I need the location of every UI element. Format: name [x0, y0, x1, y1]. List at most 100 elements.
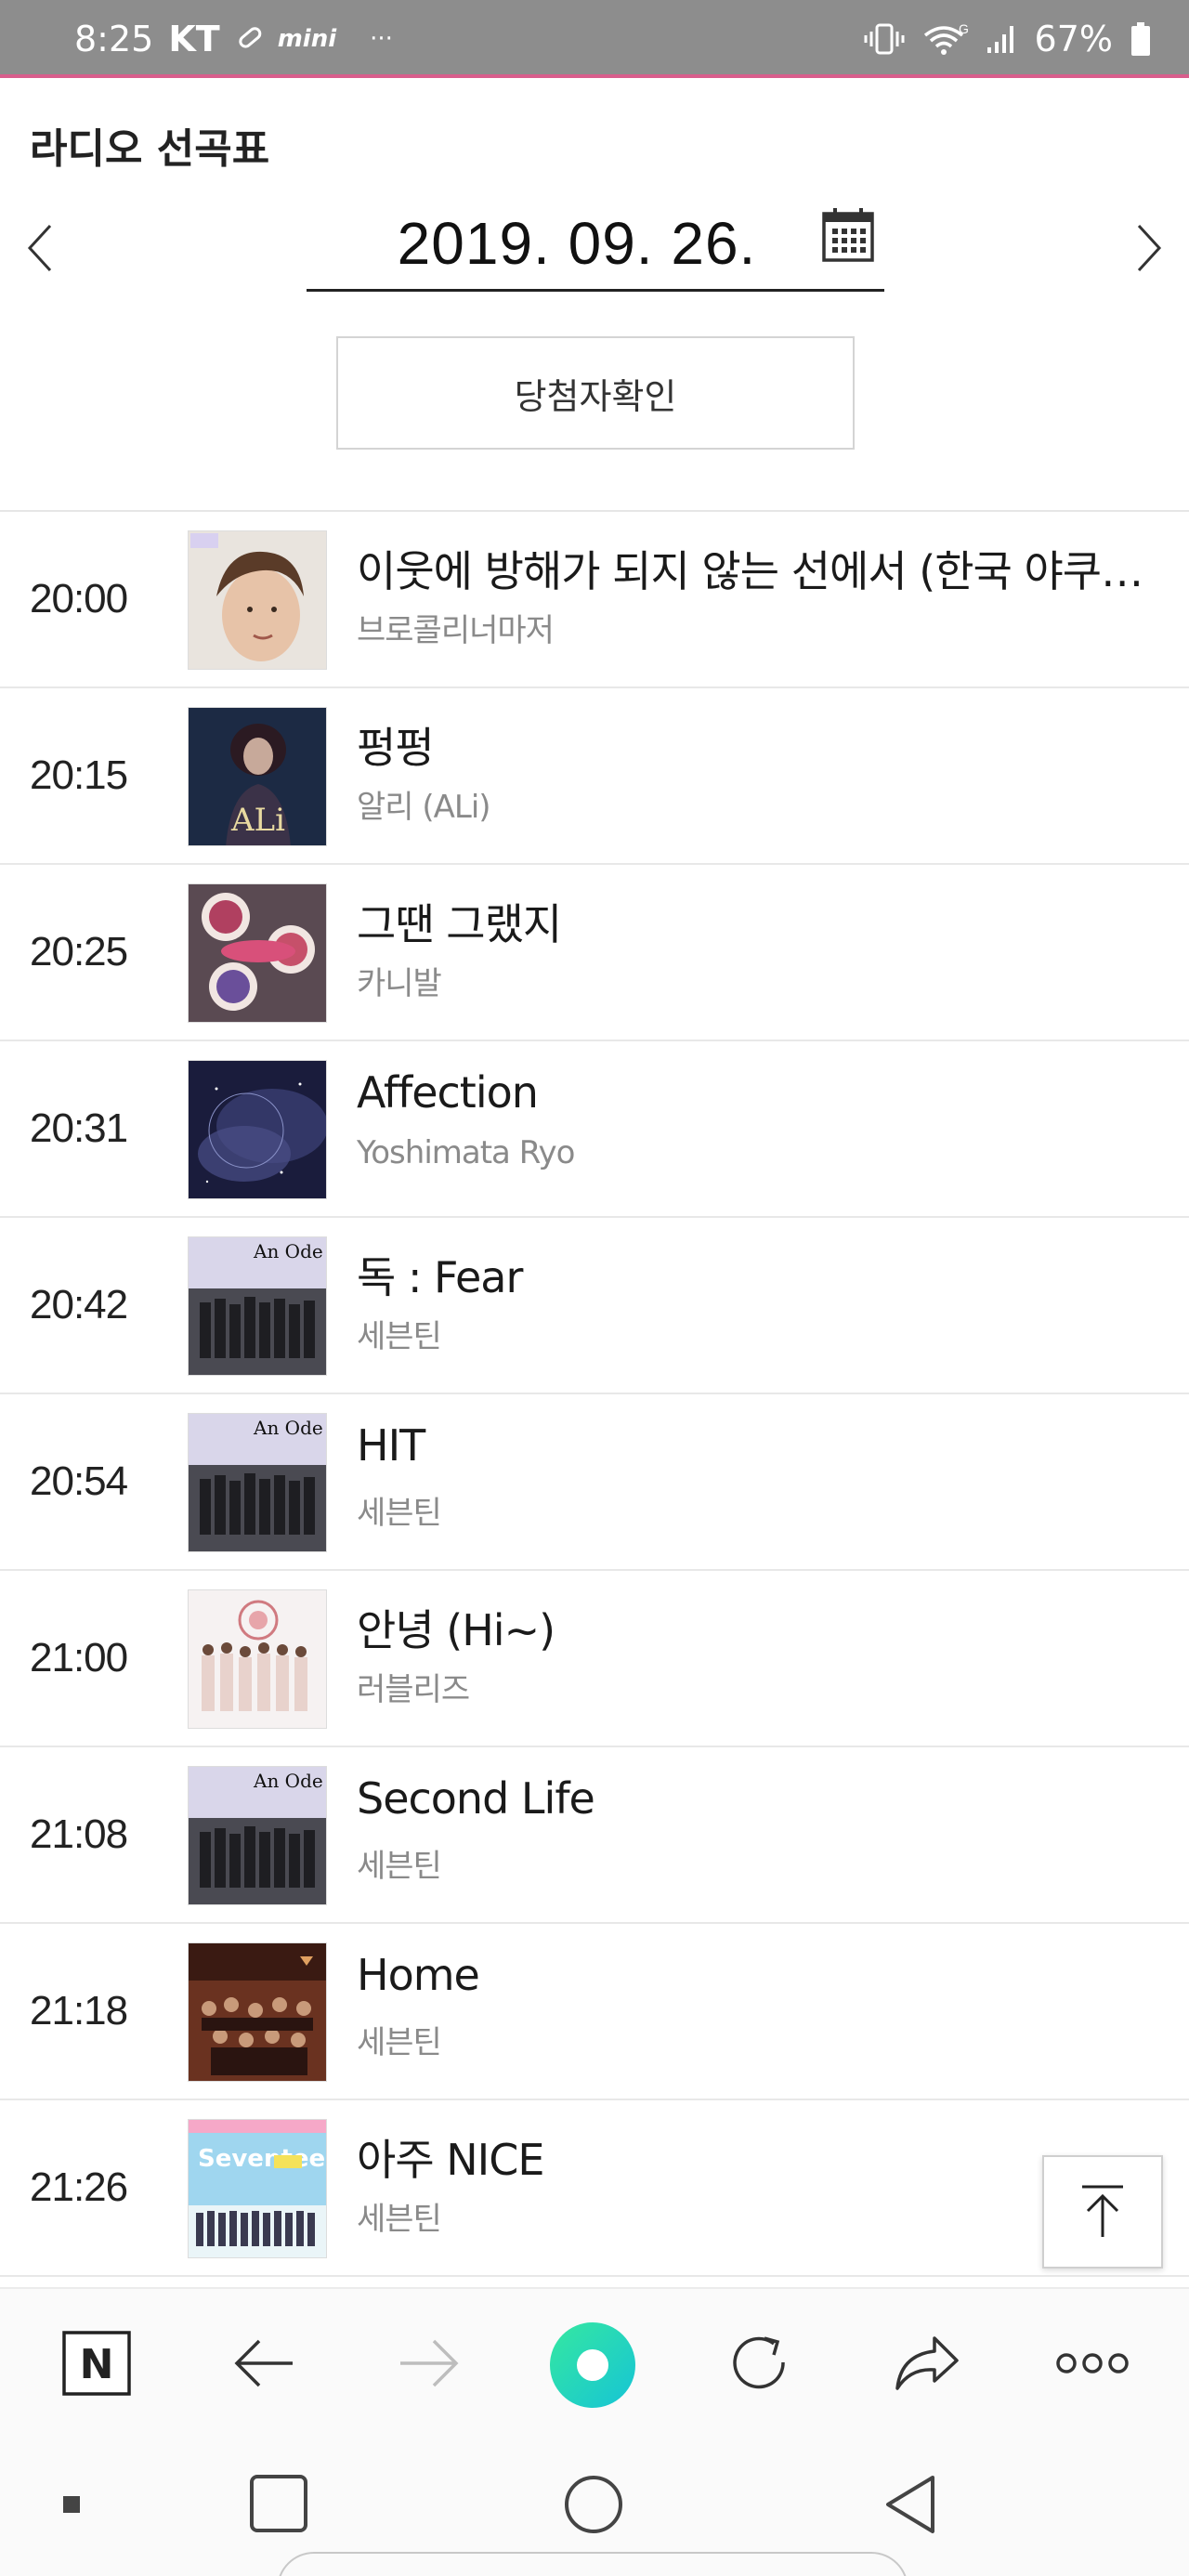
- album-art-text: An Ode: [253, 1417, 323, 1439]
- network-type: G: [959, 22, 968, 36]
- dot-indicator: [61, 2494, 82, 2515]
- naver-label: N: [80, 2341, 114, 2388]
- album-cover: An Ode: [188, 1236, 327, 1376]
- playlist-row[interactable]: 21:18 Home 세븐틴: [0, 1924, 1189, 2100]
- page-title: 라디오 선곡표: [30, 125, 270, 173]
- artist-name: 러블리즈: [357, 1671, 470, 1708]
- play-time: 20:15: [30, 752, 128, 798]
- small-square-icon: [63, 2496, 80, 2513]
- more-options-button[interactable]: [1055, 2326, 1130, 2400]
- play-time: 20:31: [30, 1105, 128, 1151]
- artist-name: 알리 (ALi): [357, 789, 491, 826]
- arrow-up-icon: [1082, 2185, 1123, 2237]
- share-icon: [895, 2336, 959, 2390]
- battery-percent: 67%: [1034, 19, 1113, 59]
- next-date-button[interactable]: [1126, 216, 1172, 281]
- home-button[interactable]: [563, 2474, 624, 2535]
- recent-apps-button[interactable]: [249, 2474, 308, 2533]
- album-cover: [188, 1942, 327, 2082]
- chevron-left-icon: [27, 224, 52, 272]
- album-art-text: Seventeen: [198, 2145, 327, 2173]
- play-time: 21:26: [30, 2164, 128, 2210]
- album-cover: ALi: [188, 707, 327, 846]
- playlist-row[interactable]: 20:54 An Ode HIT 세븐틴: [0, 1394, 1189, 1571]
- song-title: Affection: [357, 1067, 539, 1118]
- artist-name: 세븐틴: [357, 2201, 442, 2238]
- scroll-to-top-button[interactable]: [1042, 2155, 1163, 2269]
- wifi-icon: G: [921, 22, 968, 56]
- album-cover: [188, 1060, 327, 1199]
- previous-date-button[interactable]: [17, 216, 63, 281]
- share-button[interactable]: [890, 2326, 964, 2400]
- album-art-text: An Ode: [253, 1240, 323, 1262]
- playlist: 20:00 이웃에 방해가 되지 않는 선에서 (한국 야쿠르트 … 브로콜리너…: [0, 510, 1189, 2277]
- browser-toolbar: N: [0, 2287, 1189, 2440]
- play-time: 20:25: [30, 929, 128, 974]
- arrow-left-icon: [234, 2339, 293, 2387]
- green-dot-icon: [550, 2322, 635, 2408]
- forward-button[interactable]: [392, 2326, 466, 2400]
- song-title: 펑펑: [357, 723, 435, 773]
- calendar-icon[interactable]: [821, 206, 875, 268]
- selected-date: 2019. 09. 26.: [397, 210, 757, 277]
- more-dots-icon: [1056, 2353, 1129, 2373]
- signal-icon: [985, 22, 1018, 56]
- system-back-button[interactable]: [882, 2474, 938, 2535]
- album-art-text: ALi: [230, 802, 285, 839]
- artist-name: 세븐틴: [357, 2024, 442, 2061]
- pill-icon: [235, 19, 263, 59]
- artist-name: 세븐틴: [357, 1848, 442, 1885]
- status-time: 8:25: [74, 19, 154, 59]
- play-time: 21:18: [30, 1988, 128, 2033]
- winner-check-button[interactable]: 당첨자확인: [336, 336, 855, 450]
- playlist-row[interactable]: 20:31 Affection Yoshimata Ryo: [0, 1041, 1189, 1218]
- status-carrier: KT: [168, 19, 220, 59]
- recents-icon: [250, 2475, 307, 2532]
- battery-icon: [1130, 21, 1152, 57]
- song-title: 그땐 그랬지: [357, 899, 562, 949]
- date-field[interactable]: 2019. 09. 26.: [307, 195, 884, 292]
- naver-home-button[interactable]: N: [59, 2326, 134, 2400]
- play-time: 21:08: [30, 1811, 128, 1857]
- album-cover: [188, 1589, 327, 1729]
- status-bar: 8:25 KT mini ··· G 67%: [0, 0, 1189, 78]
- artist-name: 세븐틴: [357, 1495, 442, 1532]
- naver-icon: N: [62, 2331, 131, 2396]
- play-time: 20:00: [30, 576, 128, 621]
- artist-name: 카니발: [357, 965, 442, 1002]
- playlist-row[interactable]: 20:25 그땐 그랬지 카니발: [0, 865, 1189, 1041]
- album-cover: [188, 530, 327, 670]
- album-art-text: An Ode: [253, 1770, 323, 1792]
- artist-name: 세븐틴: [357, 1318, 442, 1355]
- green-dot-button[interactable]: [548, 2321, 637, 2410]
- back-button[interactable]: [227, 2326, 301, 2400]
- playlist-row[interactable]: 21:26 Seventeen 아주 NICE 세븐틴: [0, 2100, 1189, 2277]
- playlist-row[interactable]: 20:15 ALi 펑펑 알리 (ALi): [0, 688, 1189, 865]
- system-navigation-bar: [0, 2440, 1189, 2576]
- album-cover: An Ode: [188, 1766, 327, 1905]
- playlist-row[interactable]: 21:08 An Ode Second Life 세븐틴: [0, 1747, 1189, 1924]
- back-triangle-icon: [886, 2476, 934, 2533]
- mini-app-label: mini: [277, 25, 337, 53]
- song-title: Home: [357, 1950, 480, 2000]
- refresh-icon: [733, 2336, 785, 2389]
- playlist-row[interactable]: 20:00 이웃에 방해가 되지 않는 선에서 (한국 야쿠르트 … 브로콜리너…: [0, 512, 1189, 688]
- album-cover: An Ode: [188, 1413, 327, 1552]
- playlist-row[interactable]: 21:00 안녕 (Hi~) 러블리즈: [0, 1571, 1189, 1747]
- playlist-row[interactable]: 20:42 An Ode 독 : Fear 세븐틴: [0, 1218, 1189, 1394]
- home-circle-icon: [565, 2476, 622, 2533]
- artist-name: 브로콜리너마저: [357, 612, 555, 649]
- song-title: HIT: [357, 1420, 425, 1471]
- chevron-right-icon: [1137, 224, 1162, 272]
- song-title: 안녕 (Hi~): [357, 1605, 555, 1655]
- play-time: 21:00: [30, 1635, 128, 1680]
- artist-name: Yoshimata Ryo: [357, 1134, 575, 1171]
- play-time: 20:54: [30, 1458, 128, 1504]
- album-cover: Seventeen: [188, 2119, 327, 2258]
- refresh-button[interactable]: [723, 2326, 797, 2400]
- song-title: Second Life: [357, 1773, 595, 1824]
- arrow-right-icon: [400, 2339, 459, 2387]
- gesture-pill[interactable]: [277, 2552, 908, 2576]
- song-title: 이웃에 방해가 되지 않는 선에서 (한국 야쿠르트 …: [357, 546, 1167, 596]
- more-notifications-icon: ···: [370, 25, 393, 53]
